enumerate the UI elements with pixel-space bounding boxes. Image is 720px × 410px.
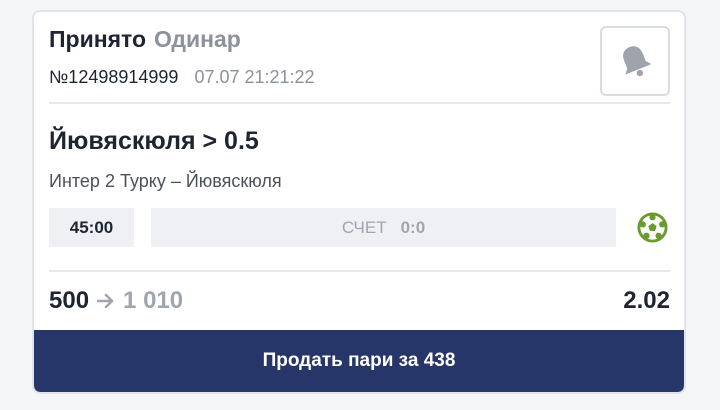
bet-status: Принято: [49, 26, 147, 52]
bet-type: Одинар: [154, 26, 241, 52]
bet-meta-row: №12498914999 07.07 21:21:22: [49, 67, 315, 88]
payout-amount: 1 010: [123, 287, 184, 314]
sell-bet-button[interactable]: Продать пари за 438: [34, 330, 684, 392]
amounts-divider: [49, 270, 670, 272]
notification-button[interactable]: [600, 26, 670, 96]
match-time: 45:00: [49, 208, 134, 247]
header-divider: [49, 102, 670, 104]
match-time-value: 45:00: [69, 217, 114, 237]
stake-amount: 500: [49, 287, 90, 314]
score-panel: СЧЕТ 0:0: [151, 208, 616, 247]
soccer-ball-icon: [637, 212, 668, 243]
bet-number: №12498914999: [49, 67, 179, 87]
bet-status-row: Принято Одинар: [49, 26, 241, 53]
sell-bet-button-label: Продать пари за 438: [262, 350, 456, 371]
score-value: 0:0: [400, 217, 426, 237]
bet-selection: Йювяскюля > 0.5: [49, 127, 259, 155]
bet-amounts: 500 1 010: [49, 287, 183, 315]
odds-value: 2.02: [623, 287, 670, 314]
bell-icon: [623, 46, 652, 77]
bet-card: Принято Одинар №12498914999 07.07 21:21:22…: [32, 10, 686, 394]
arrow-right-icon: [97, 293, 115, 309]
event-name: Интер 2 Турку – Йювяскюля: [49, 171, 282, 191]
bet-datetime: 07.07 21:21:22: [194, 67, 315, 87]
score-label: СЧЕТ: [341, 217, 387, 237]
